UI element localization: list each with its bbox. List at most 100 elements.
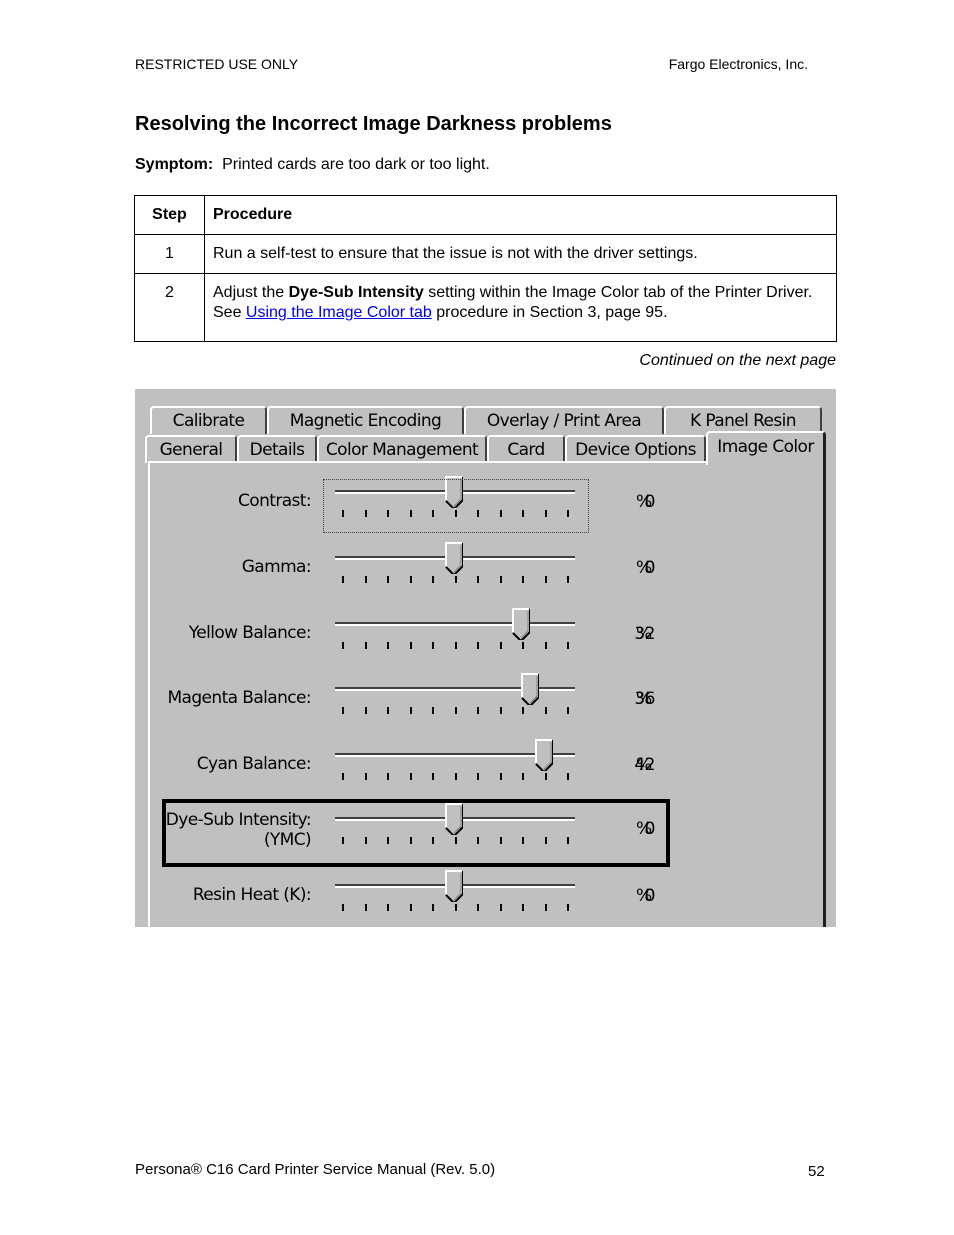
slider-tick: [500, 576, 502, 583]
dye-sub-highlight-box: [162, 799, 670, 867]
slider-tick: [455, 642, 457, 649]
step-number: 1: [134, 234, 205, 274]
slider-tick: [522, 707, 524, 714]
page-number: 52: [808, 1163, 825, 1180]
slider-tick: [365, 576, 367, 583]
slider-tick: [342, 642, 344, 649]
slider-tick: [455, 576, 457, 583]
slider-tick: [342, 904, 344, 911]
slider-tick: [500, 642, 502, 649]
procedure-table: Step Procedure 1 Run a self-test to ensu…: [134, 195, 837, 342]
procedure-text: Adjust the Dye-Sub Intensity setting wit…: [204, 273, 837, 342]
procedure-text: Run a self-test to ensure that the issue…: [204, 234, 837, 274]
slider-tick: [545, 773, 547, 780]
slider-tick: [365, 904, 367, 911]
slider-tick: [477, 773, 479, 780]
slider-tick: [410, 642, 412, 649]
header-company: Fargo Electronics, Inc.: [668, 56, 808, 72]
slider-label: Magenta Balance:: [167, 688, 311, 708]
percent-unit: %: [636, 624, 653, 644]
slider-tick: [455, 773, 457, 780]
slider-label: Cyan Balance:: [196, 754, 312, 774]
slider-row: Cyan Balance: 42%: [135, 739, 835, 795]
slider-label: Resin Heat (K):: [192, 885, 312, 905]
slider-thumb[interactable]: [521, 673, 539, 705]
slider-ticks: [342, 576, 572, 584]
slider-tick: [410, 773, 412, 780]
slider-tick: [365, 642, 367, 649]
slider-tick: [387, 904, 389, 911]
page-title: Resolving the Incorrect Image Darkness p…: [135, 113, 612, 135]
slider-tick: [567, 773, 569, 780]
slider-tick: [432, 576, 434, 583]
slider-ticks: [342, 642, 572, 650]
slider-tick: [545, 642, 547, 649]
slider-tick: [477, 707, 479, 714]
slider-tick: [342, 576, 344, 583]
image-color-dialog-screenshot: Calibrate Magnetic Encoding Overlay / Pr…: [135, 389, 836, 927]
slider-tick: [365, 707, 367, 714]
slider-tick: [387, 773, 389, 780]
table-row: 2 Adjust the Dye-Sub Intensity setting w…: [134, 273, 837, 342]
slider-row: Gamma: 0%: [135, 542, 835, 598]
table-row: 1 Run a self-test to ensure that the iss…: [134, 234, 837, 274]
focus-rectangle: [323, 479, 589, 533]
slider-row: Yellow Balance: 32%: [135, 608, 835, 664]
slider-label: Gamma:: [241, 557, 312, 577]
table-header-row: Step Procedure: [134, 195, 837, 235]
slider-tick: [500, 773, 502, 780]
slider-ticks: [342, 904, 572, 912]
slider-tick: [567, 904, 569, 911]
slider-tick: [477, 642, 479, 649]
slider-tick: [455, 707, 457, 714]
slider-tick: [410, 576, 412, 583]
slider-tick: [432, 773, 434, 780]
slider-ticks: [342, 773, 572, 781]
slider-row: Magenta Balance: 36%: [135, 673, 835, 729]
slider-tick: [545, 904, 547, 911]
slider-thumb[interactable]: [534, 739, 553, 771]
percent-unit: %: [636, 492, 653, 512]
percent-unit: %: [636, 689, 653, 709]
slider-tick: [387, 707, 389, 714]
slider-thumb[interactable]: [444, 542, 463, 574]
slider-track[interactable]: [335, 622, 575, 626]
slider-tick: [522, 642, 524, 649]
image-color-tab-link[interactable]: Using the Image Color tab: [246, 304, 432, 321]
text-segment: procedure in Section 3, page 95.: [431, 304, 668, 321]
slider-tick: [522, 773, 524, 780]
header-restricted: RESTRICTED USE ONLY: [135, 56, 299, 72]
symptom-text: Printed cards are too dark or too light.: [222, 156, 490, 173]
percent-unit: %: [636, 886, 653, 906]
footer-manual-title: Persona® C16 Card Printer Service Manual…: [135, 1161, 496, 1178]
continued-note: Continued on the next page: [639, 352, 836, 369]
text-segment: Adjust the: [213, 284, 289, 301]
header-procedure: Procedure: [204, 195, 837, 235]
slider-tick: [432, 904, 434, 911]
step-number: 2: [134, 273, 205, 342]
slider-tick: [387, 576, 389, 583]
slider-tick: [432, 707, 434, 714]
slider-thumb[interactable]: [512, 608, 530, 640]
slider-tick: [342, 707, 344, 714]
percent-unit: %: [636, 558, 653, 578]
slider-tick: [500, 904, 502, 911]
slider-tick: [432, 642, 434, 649]
symptom-line: Symptom: Printed cards are too dark or t…: [135, 156, 490, 174]
bold-term: Dye-Sub Intensity: [288, 284, 424, 301]
slider-tick: [522, 904, 524, 911]
slider-thumb[interactable]: [444, 870, 463, 902]
percent-unit: %: [636, 755, 653, 775]
header-step: Step: [134, 195, 205, 235]
slider-tick: [500, 707, 502, 714]
slider-tick: [410, 904, 412, 911]
slider-tick: [567, 707, 569, 714]
slider-tick: [567, 576, 569, 583]
tab-image-color[interactable]: Image Color: [706, 431, 826, 465]
slider-label: Contrast:: [238, 491, 312, 511]
slider-tick: [477, 576, 479, 583]
slider-track[interactable]: [335, 687, 575, 691]
slider-tick: [477, 904, 479, 911]
slider-tick: [567, 642, 569, 649]
slider-tick: [387, 642, 389, 649]
